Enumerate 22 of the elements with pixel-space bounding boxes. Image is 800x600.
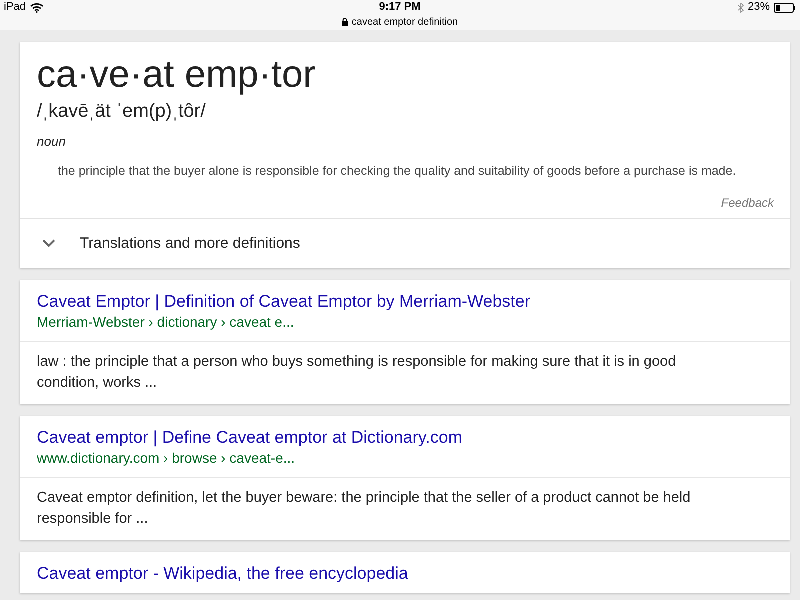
device-name: iPad — [4, 0, 26, 16]
wifi-icon — [30, 2, 44, 12]
result-title-link[interactable]: Caveat emptor - Wikipedia, the free encyclopedia — [37, 564, 408, 584]
address-bar-url[interactable]: caveat emptor definition — [352, 14, 458, 30]
result-url: www.dictionary.com › browse › caveat-e... — [37, 449, 296, 468]
definition: the principle that the buyer alone is responsible for checking the quality and suitability of goods before a purchase is made. — [57, 162, 738, 180]
lock-icon — [342, 18, 348, 26]
battery-percentage: 23% — [748, 0, 770, 16]
bluetooth-icon — [738, 2, 744, 12]
result-title-link[interactable]: Caveat Emptor | Definition of Caveat Emptor by Merriam-Webster — [37, 292, 530, 312]
part-of-speech: noun — [37, 133, 67, 151]
chevron-icon — [42, 239, 56, 248]
result-snippet: Caveat emptor definition, let the buyer beware: the principle that the seller of a product cannot be held responsible for ... — [37, 489, 692, 530]
feedback-link[interactable]: Feedback — [721, 194, 774, 212]
more-definitions-toggle[interactable]: Translations and more definitions — [20, 218, 790, 268]
result-snippet: law : the principle that a person who buys something is responsible for making sure that it is in good condition, works ... — [37, 353, 678, 394]
result-url: Merriam-Webster › dictionary › caveat e... — [37, 313, 294, 332]
clock: 9:17 PM — [379, 0, 421, 16]
battery-icon — [774, 2, 796, 12]
pronunciation: /ˌkavēˌät ˈem(p)ˌtôr/ — [37, 100, 207, 124]
headword: ca·ve·at emp·tor — [37, 54, 317, 96]
result-title-link[interactable]: Caveat emptor | Define Caveat emptor at Dictionary.com — [37, 428, 462, 448]
